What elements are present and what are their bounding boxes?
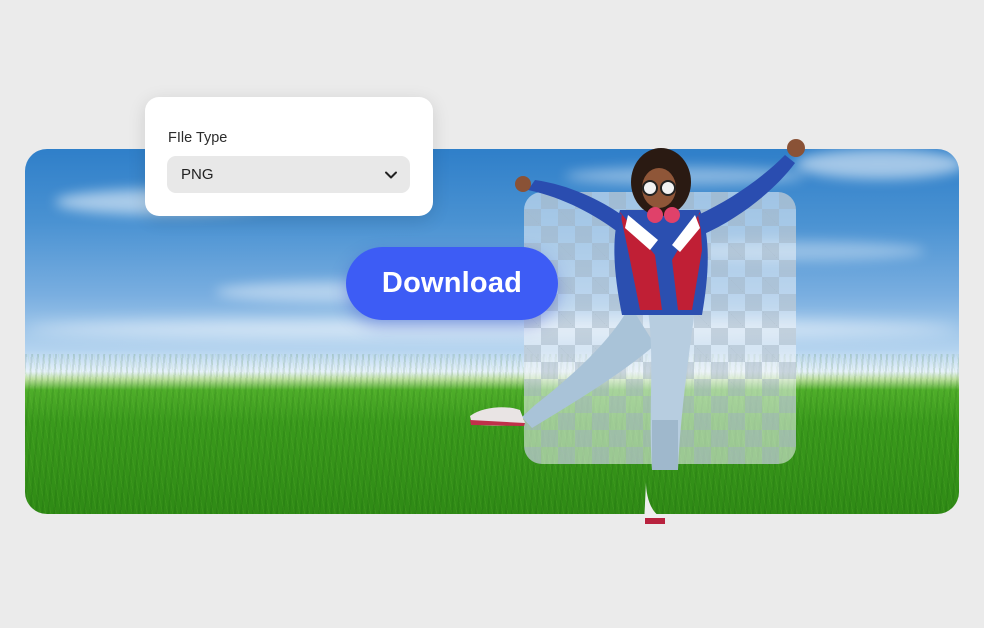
file-type-dropdown[interactable]: PNG <box>167 156 410 193</box>
chevron-down-icon <box>385 171 397 179</box>
file-type-panel: FIle Type PNG <box>145 97 433 216</box>
download-button[interactable]: Download <box>346 247 558 320</box>
file-type-label: FIle Type <box>168 130 228 146</box>
file-type-selected-value: PNG <box>181 166 214 183</box>
person-cutout <box>470 139 805 524</box>
